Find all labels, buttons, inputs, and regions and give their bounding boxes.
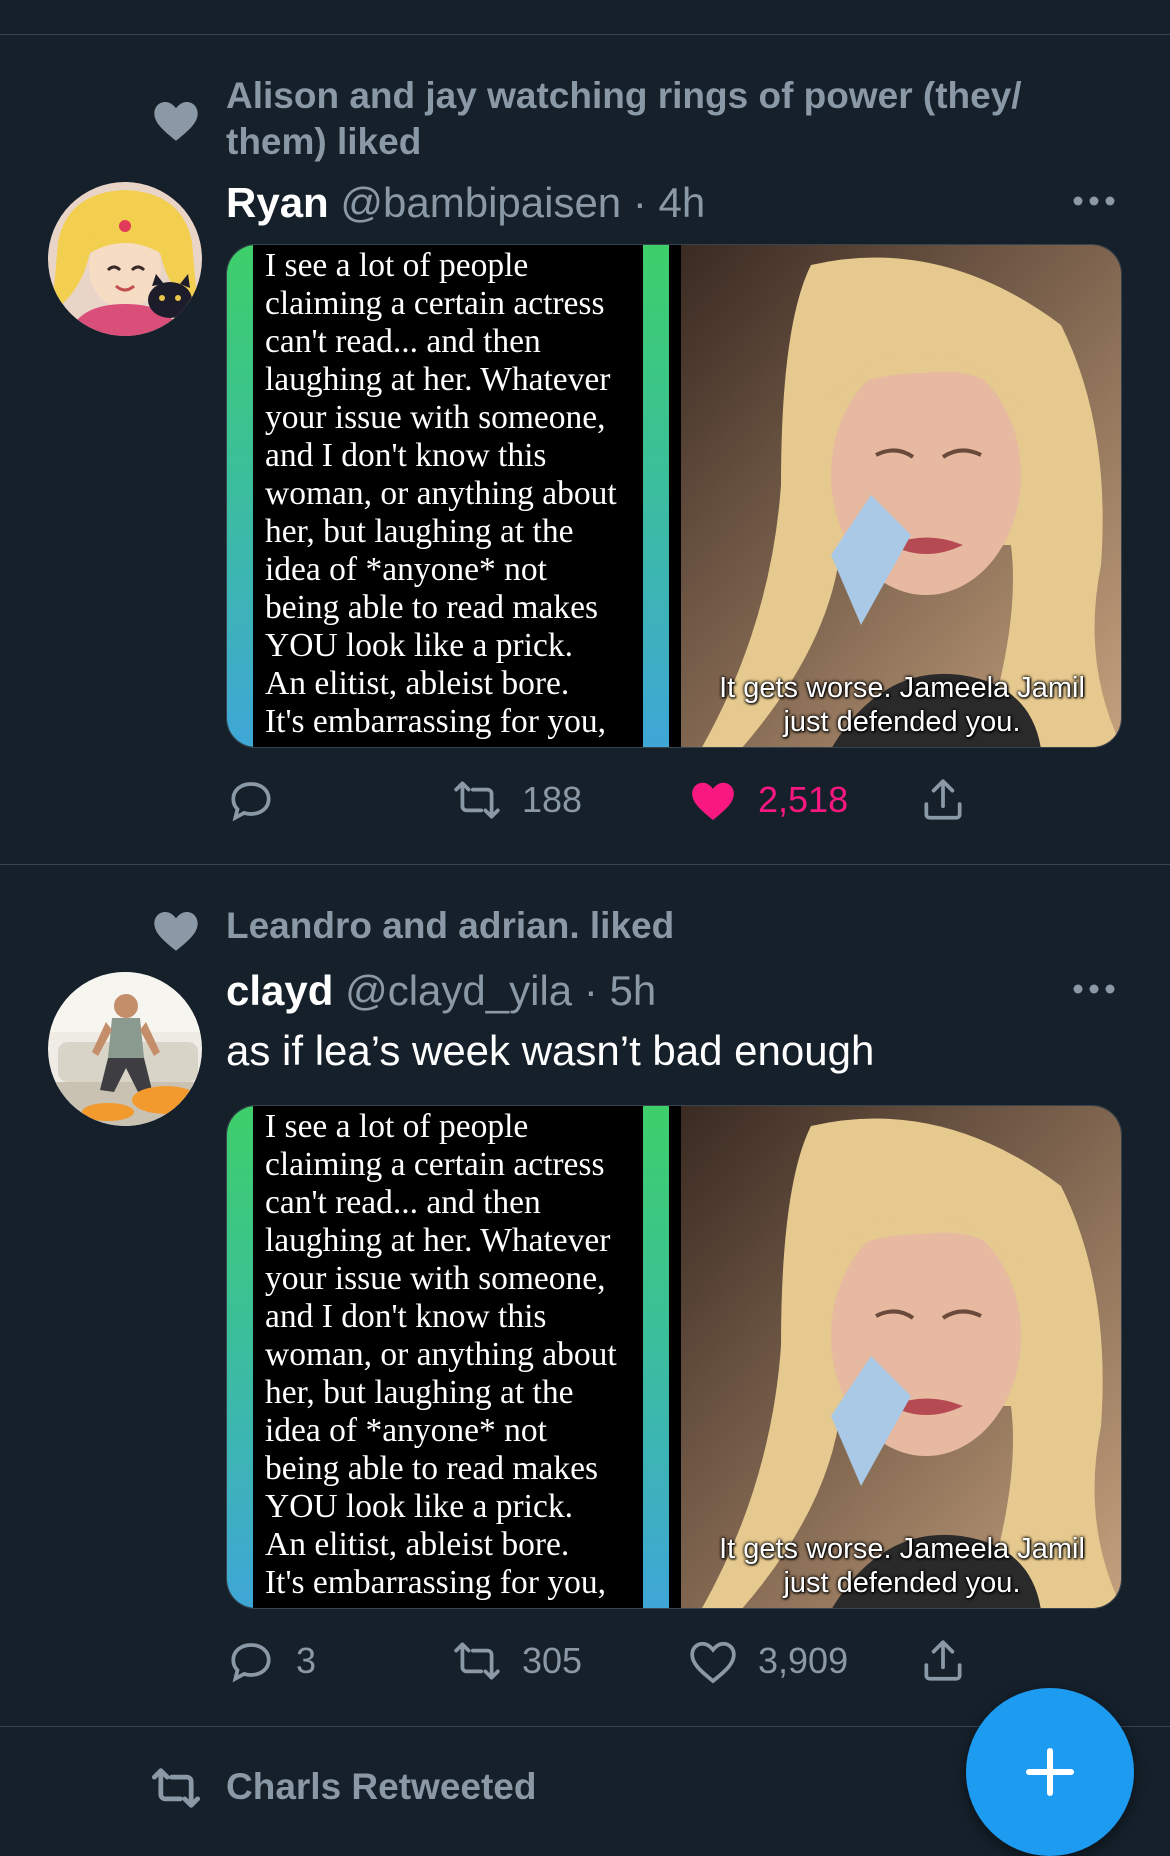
tweet-actions: 188 2,518 — [226, 770, 986, 830]
heart-filled-icon — [692, 782, 734, 820]
more-options-icon[interactable] — [1070, 979, 1118, 999]
tweet-media[interactable]: I see a lot of people claiming a certain … — [226, 1105, 1122, 1609]
share-button[interactable] — [918, 770, 968, 830]
social-context[interactable]: Leandro and adrian. liked — [226, 903, 1086, 949]
media-caption-line1: It gets worse. Jameela Jamil — [719, 672, 1085, 704]
like-count: 2,518 — [758, 779, 849, 820]
separator: · — [632, 179, 647, 226]
timestamp[interactable]: 5h — [609, 967, 656, 1014]
retweet-count: 188 — [522, 779, 583, 820]
separator: · — [583, 967, 598, 1014]
retweet-icon — [454, 1642, 500, 1680]
retweet-count: 305 — [522, 1640, 583, 1681]
reply-icon — [231, 1643, 271, 1683]
reply-icon — [231, 782, 271, 822]
tweet-media[interactable]: I see a lot of people claiming a certain … — [226, 244, 1122, 748]
retweet-button[interactable]: 188 — [452, 770, 582, 830]
reply-count: 3 — [296, 1640, 317, 1681]
share-button[interactable] — [918, 1631, 968, 1691]
avatar[interactable] — [48, 182, 202, 336]
tweet-actions: 3 305 3,909 — [226, 1631, 986, 1691]
media-photo: It gets worse. Jameela Jamil just defend… — [681, 1106, 1121, 1608]
social-context[interactable]: Alison and jay watching rings of power (… — [226, 73, 1086, 165]
heart-icon — [154, 912, 198, 951]
more-options-icon[interactable] — [1070, 191, 1118, 211]
media-left-panel: I see a lot of people claiming a certain … — [227, 245, 669, 747]
share-icon — [924, 1640, 962, 1681]
reply-button[interactable]: 3 — [226, 1631, 316, 1691]
heart-icon — [154, 102, 198, 141]
media-left-panel: I see a lot of people claiming a certain … — [227, 1106, 669, 1608]
handle[interactable]: @clayd_yila — [345, 967, 572, 1014]
plus-icon — [1025, 1747, 1075, 1797]
avatar[interactable] — [48, 972, 202, 1126]
top-divider — [0, 34, 1170, 35]
tweet-text: as if lea’s week wasn’t bad enough — [226, 1027, 875, 1074]
media-quote-text: I see a lot of people claiming a certain … — [253, 1106, 643, 1608]
display-name[interactable]: Ryan — [226, 179, 329, 226]
reply-button[interactable] — [226, 770, 296, 830]
media-caption-line1: It gets worse. Jameela Jamil — [719, 1533, 1085, 1565]
retweet-button[interactable]: 305 — [452, 1631, 582, 1691]
media-caption-line2: just defended you. — [783, 706, 1021, 738]
media-caption-line2: just defended you. — [783, 1567, 1021, 1599]
compose-tweet-button[interactable] — [966, 1688, 1134, 1856]
media-quote-text: I see a lot of people claiming a certain … — [253, 245, 643, 747]
media-photo: It gets worse. Jameela Jamil just defend… — [681, 245, 1121, 747]
handle[interactable]: @bambipaisen — [340, 179, 621, 226]
retweet-icon — [454, 781, 500, 819]
tweet-divider — [0, 864, 1170, 865]
heart-outline-icon — [690, 1641, 736, 1684]
social-context[interactable]: Charls Retweeted — [226, 1764, 1086, 1810]
tweet-header: Ryan @bambipaisen · 4h — [226, 178, 705, 228]
like-count: 3,909 — [758, 1640, 849, 1681]
timestamp[interactable]: 4h — [659, 179, 706, 226]
like-button[interactable]: 3,909 — [688, 1631, 848, 1691]
retweet-icon — [151, 1768, 201, 1808]
like-button[interactable]: 2,518 — [688, 770, 848, 830]
share-icon — [924, 779, 962, 820]
display-name[interactable]: clayd — [226, 967, 333, 1014]
tweet-header: clayd @clayd_yila · 5h — [226, 966, 656, 1016]
